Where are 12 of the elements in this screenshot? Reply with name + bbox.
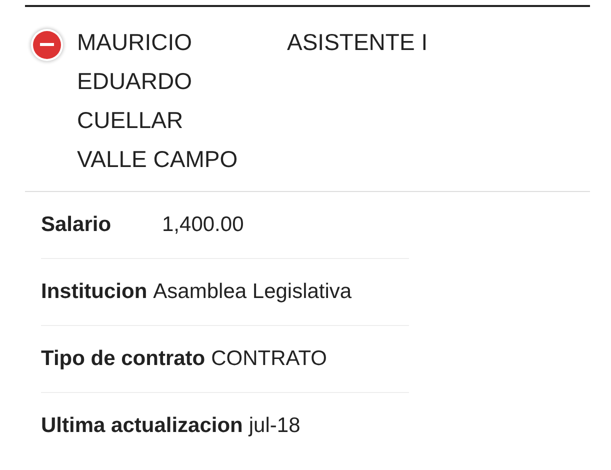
field-value: CONTRATO	[211, 347, 328, 371]
field-label: Institucion	[41, 280, 148, 304]
field-value: jul-18	[248, 414, 300, 438]
field-label: Salario	[41, 213, 112, 237]
field-value: 1,400.00	[162, 213, 244, 237]
field-label: Tipo de contrato	[41, 347, 206, 371]
position-title: ASISTENTE I	[287, 28, 428, 57]
minus-icon	[40, 43, 54, 47]
field-label: Ultima actualizacion	[41, 414, 243, 438]
collapse-button[interactable]	[33, 31, 61, 59]
employee-name: MAURICIO EDUARDO CUELLAR VALLE CAMPO	[77, 28, 239, 174]
field-value: Asamblea Legislativa	[153, 280, 352, 304]
